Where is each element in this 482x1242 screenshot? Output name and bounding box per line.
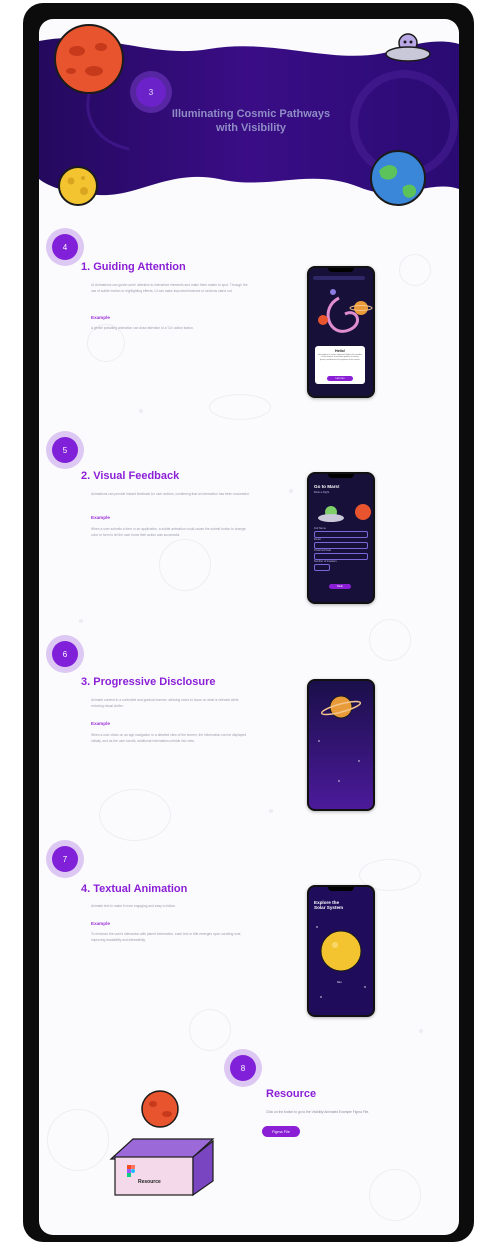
figma-file-button[interactable]: Figma File [262, 1126, 300, 1137]
field-label: Full Name [314, 527, 326, 530]
sun-illustration [316, 926, 366, 998]
section-title: 3. Progressive Disclosure [81, 676, 216, 688]
step-badge: 4 [52, 234, 78, 260]
section-body: Animations can provide instant feedback … [91, 492, 250, 496]
popup-text: Get ready for a cosmic adventure! Explor… [318, 354, 362, 361]
lets-go-button[interactable]: Let's Go [327, 376, 353, 381]
device-frame: 3 Illuminating Cosmic Pathways with Visi… [23, 3, 474, 1242]
section-body: Animate content in a controlled and grad… [91, 698, 239, 708]
book-button[interactable]: Book [329, 584, 351, 589]
full-name-input[interactable] [314, 531, 368, 538]
resource-title: Resource [266, 1088, 317, 1100]
example-text: When a user submits a form in an applica… [91, 527, 246, 537]
phone-subtitle: Book a Flight [314, 491, 330, 494]
phone-title: Go to Mars! [314, 484, 340, 489]
section-title: 2. Visual Feedback [81, 470, 180, 482]
example-label: Example [91, 721, 110, 726]
field-label: Email [314, 538, 321, 541]
field-label: Preferred Date [314, 549, 332, 552]
earth-illustration [370, 150, 426, 206]
phone-mockup-guiding: Hello! Get ready for a cosmic adventure!… [307, 266, 375, 398]
alien-ufo-illustration [385, 33, 431, 62]
resource-box-illustration [109, 1090, 215, 1197]
example-label: Example [91, 315, 110, 320]
field-label: Number of travelers [314, 560, 337, 563]
red-planet-illustration [54, 24, 124, 94]
example-text: To enhance the user's interaction with p… [91, 932, 242, 942]
page-canvas: 3 Illuminating Cosmic Pathways with Visi… [39, 19, 459, 1235]
phone-mockup-disclosure [307, 679, 375, 811]
phone-mockup-textual: Explore the Solar System Sun [307, 885, 375, 1017]
section-body: Animate text to make it more engaging an… [91, 904, 176, 908]
section-body: UI Animations can guide users' attention… [91, 283, 248, 293]
section-title: 4. Textual Animation [81, 883, 188, 895]
hero-banner: 3 Illuminating Cosmic Pathways with Visi… [39, 19, 459, 219]
resource-body: Click on the button to go to the Visibil… [266, 1110, 370, 1114]
phone-mockup-feedback: Go to Mars! Book a Flight Full Name Emai… [307, 472, 375, 604]
date-input[interactable] [314, 553, 368, 560]
step-badge: 8 [230, 1055, 256, 1081]
example-text: When a user clicks on an app navigation … [91, 733, 247, 743]
email-input[interactable] [314, 542, 368, 549]
saturn-illustration [309, 681, 373, 809]
example-label: Example [91, 515, 110, 520]
example-text: A gentle pulsating animation can draw at… [91, 326, 194, 330]
step-badge: 7 [52, 846, 78, 872]
section-title: 1. Guiding Attention [81, 261, 186, 273]
resource-box-label: Resource [138, 1179, 161, 1185]
example-label: Example [91, 921, 110, 926]
step-badge: 6 [52, 641, 78, 667]
yellow-moon-illustration [58, 166, 98, 206]
travelers-stepper[interactable] [314, 564, 330, 571]
sun-caption: Sun [337, 981, 342, 984]
hero-title: Illuminating Cosmic Pathways with Visibi… [171, 108, 331, 134]
hero-step-badge: 3 [136, 77, 166, 107]
step-badge: 5 [52, 437, 78, 463]
